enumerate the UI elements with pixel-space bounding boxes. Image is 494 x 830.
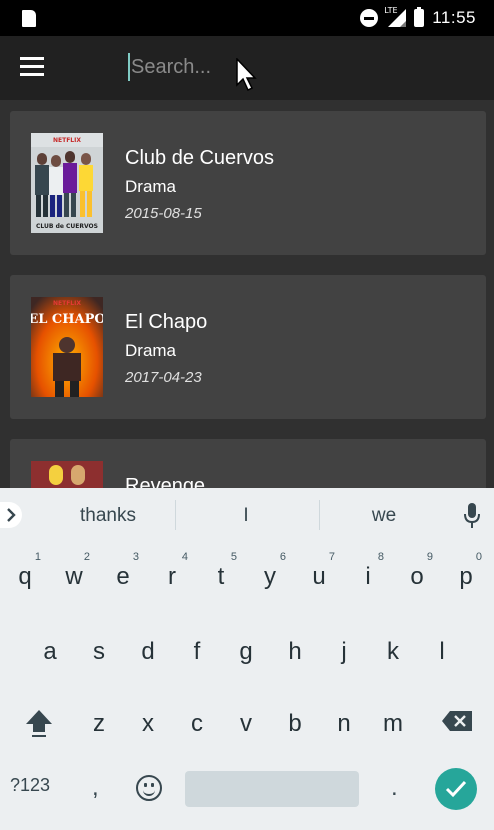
key-v[interactable]: v bbox=[224, 693, 268, 753]
menu-icon[interactable] bbox=[20, 57, 46, 79]
key-w[interactable]: 2w bbox=[52, 546, 96, 606]
emoji-icon[interactable] bbox=[136, 775, 162, 801]
show-poster: NETFLIX CLUB de CUERVOS bbox=[31, 133, 103, 233]
key-h[interactable]: h bbox=[273, 621, 317, 681]
key-y[interactable]: 6y bbox=[248, 546, 292, 606]
app-toolbar bbox=[0, 36, 494, 100]
key-r[interactable]: 4r bbox=[150, 546, 194, 606]
key-b[interactable]: b bbox=[273, 693, 317, 753]
text-caret bbox=[128, 53, 130, 81]
space-bar[interactable] bbox=[185, 771, 359, 807]
search-input[interactable] bbox=[131, 50, 331, 84]
key-o[interactable]: 9o bbox=[395, 546, 439, 606]
key-t[interactable]: 5t bbox=[199, 546, 243, 606]
key-c[interactable]: c bbox=[175, 693, 219, 753]
status-icons: LTE 11:55 bbox=[360, 6, 476, 28]
chevron-right-icon bbox=[7, 508, 16, 522]
key-z[interactable]: z bbox=[77, 693, 121, 753]
period-key[interactable]: . bbox=[391, 774, 398, 802]
key-l[interactable]: l bbox=[420, 621, 464, 681]
mouse-pointer-icon bbox=[236, 58, 257, 92]
clock: 11:55 bbox=[432, 8, 476, 27]
key-p[interactable]: 0p bbox=[444, 546, 488, 606]
done-button[interactable] bbox=[435, 768, 477, 810]
key-x[interactable]: x bbox=[126, 693, 170, 753]
suggestion-divider bbox=[175, 500, 176, 530]
comma-key[interactable]: , bbox=[92, 774, 99, 802]
backspace-icon[interactable] bbox=[441, 710, 473, 732]
key-k[interactable]: k bbox=[371, 621, 415, 681]
symbols-key[interactable]: ?123 bbox=[10, 775, 50, 796]
suggestion-divider bbox=[319, 500, 320, 530]
show-card[interactable]: NETFLIX CLUB de CUERVOS Club de Cuervos … bbox=[10, 111, 486, 255]
suggestion-item[interactable]: thanks bbox=[58, 505, 158, 527]
poster-brand: NETFLIX bbox=[53, 137, 81, 144]
sd-card-icon bbox=[22, 10, 36, 27]
signal-icon: LTE bbox=[384, 6, 407, 27]
check-icon bbox=[445, 780, 467, 798]
shift-icon[interactable] bbox=[24, 708, 54, 738]
do-not-disturb-icon bbox=[360, 9, 379, 27]
key-a[interactable]: a bbox=[28, 621, 72, 681]
show-title: El Chapo bbox=[125, 311, 208, 333]
expand-suggestions-button[interactable] bbox=[0, 502, 22, 528]
show-card[interactable]: NETFLIX EL CHAPO El Chapo Drama 2017-04-… bbox=[10, 275, 486, 419]
show-genre: Drama bbox=[125, 341, 177, 360]
show-genre: Drama bbox=[125, 177, 177, 196]
suggestion-bar: thanks I we bbox=[0, 488, 494, 542]
status-bar: LTE 11:55 bbox=[0, 0, 494, 36]
key-q[interactable]: 1q bbox=[3, 546, 47, 606]
poster-brand: NETFLIX bbox=[53, 300, 81, 307]
show-poster: NETFLIX EL CHAPO bbox=[31, 297, 103, 397]
key-m[interactable]: m bbox=[371, 693, 415, 753]
suggestion-item[interactable]: I bbox=[196, 505, 296, 527]
poster-title: EL CHAPO bbox=[31, 312, 103, 327]
key-g[interactable]: g bbox=[224, 621, 268, 681]
suggestion-item[interactable]: we bbox=[334, 505, 434, 527]
key-j[interactable]: j bbox=[322, 621, 366, 681]
microphone-icon[interactable] bbox=[462, 502, 482, 530]
key-n[interactable]: n bbox=[322, 693, 366, 753]
network-type-label: LTE bbox=[384, 6, 398, 15]
key-e[interactable]: 3e bbox=[101, 546, 145, 606]
key-i[interactable]: 8i bbox=[346, 546, 390, 606]
battery-icon bbox=[414, 7, 425, 27]
key-f[interactable]: f bbox=[175, 621, 219, 681]
show-date: 2017-04-23 bbox=[125, 369, 202, 386]
key-s[interactable]: s bbox=[77, 621, 121, 681]
show-title: Club de Cuervos bbox=[125, 147, 274, 169]
soft-keyboard: thanks I we 1q 2w 3e 4r 5t 6y 7u 8i 9o 0… bbox=[0, 488, 494, 830]
key-u[interactable]: 7u bbox=[297, 546, 341, 606]
show-date: 2015-08-15 bbox=[125, 205, 202, 222]
key-d[interactable]: d bbox=[126, 621, 170, 681]
poster-title: CLUB de CUERVOS bbox=[36, 223, 98, 230]
